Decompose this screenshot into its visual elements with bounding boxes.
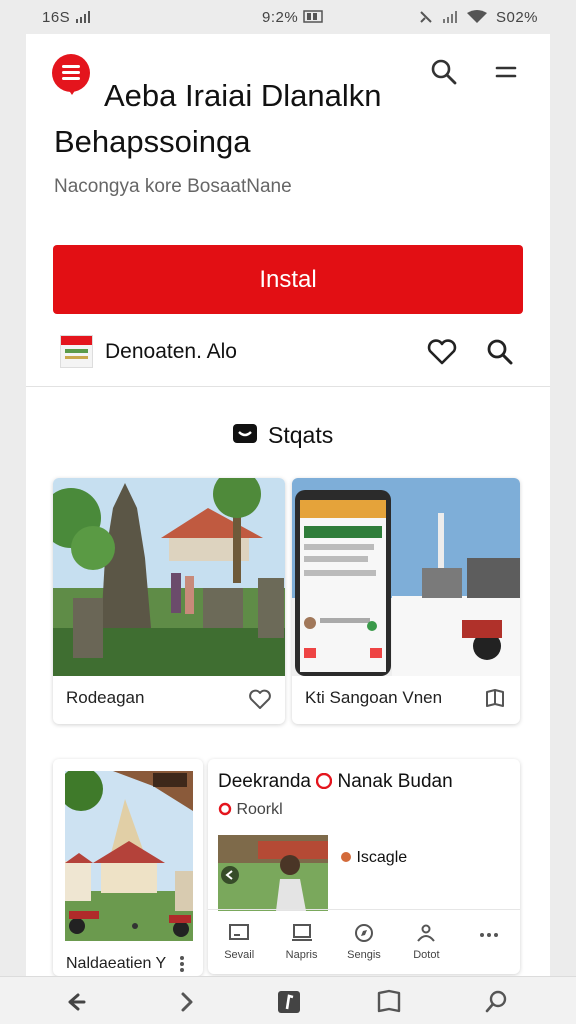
data-icon xyxy=(420,11,432,23)
app-row: Iscagle xyxy=(340,849,407,867)
badge-icon xyxy=(316,772,333,790)
more-vert-icon xyxy=(180,956,184,972)
phone-screenshot-image xyxy=(292,478,520,676)
screenshot-card-phone[interactable]: Kti Sangoan Vnen xyxy=(292,478,520,724)
app-launcher-icon xyxy=(278,991,300,1013)
tab-label: Napris xyxy=(285,948,318,961)
compass-icon xyxy=(354,923,373,942)
app-thumbnail xyxy=(218,835,328,911)
chat-icon xyxy=(233,424,257,443)
tag-icon xyxy=(218,802,232,816)
feature-tab-bar: Sevail Napris Sengis Dotot xyxy=(208,909,520,973)
more-button[interactable] xyxy=(458,929,520,955)
status-time: 9:2% xyxy=(262,9,325,26)
save-icon xyxy=(229,923,250,940)
developer-logo xyxy=(60,335,93,368)
tablet-icon xyxy=(291,923,312,941)
app-logo xyxy=(52,54,90,95)
app-title-line2: Behapssoinga xyxy=(54,124,251,159)
cell-signal-icon xyxy=(442,11,457,23)
install-button[interactable]: Instal xyxy=(53,245,523,314)
menu-icon xyxy=(62,65,80,81)
pagoda-image xyxy=(65,771,193,941)
bookmark-button[interactable] xyxy=(482,686,508,712)
card-label: Rodeagan xyxy=(66,688,145,707)
app-mini-icon xyxy=(341,852,351,862)
status-left: 16S xyxy=(42,9,91,26)
app-subtitle: Nacongya kore BosaatNane xyxy=(54,176,292,197)
feature-title-tail: Nanak Budan xyxy=(337,771,453,792)
menu-lines-icon xyxy=(495,66,517,78)
system-nav-bar xyxy=(0,976,576,1024)
search-icon xyxy=(487,339,513,365)
app-detail-page: Aeba Iraiai Dlanalkn Behapssoinga Nacong… xyxy=(26,34,550,976)
search-developer-button[interactable] xyxy=(483,335,517,369)
heart-icon xyxy=(249,689,271,709)
tab-label: Sengis xyxy=(347,948,381,961)
status-bar: 16S 9:2% S02% xyxy=(0,0,576,34)
search-nav-button[interactable] xyxy=(482,987,512,1017)
wishlist-button[interactable] xyxy=(425,335,459,369)
tab-sengis[interactable]: Sengis xyxy=(333,923,395,961)
tab-sevail[interactable]: Sevail xyxy=(208,923,270,961)
screenshot-card-pagoda[interactable]: Naldaeatien Y xyxy=(53,759,203,976)
app-row-label: Iscagle xyxy=(356,849,408,866)
carrier-text: 16S xyxy=(42,8,71,26)
section-title: Stqats xyxy=(268,421,334,448)
feature-card[interactable]: Deekranda Nanak Budan Roorkl Iscagle Sev… xyxy=(208,759,520,974)
card-label: Kti Sangoan Vnen xyxy=(305,688,443,707)
battery-saver-icon xyxy=(303,10,323,23)
search-icon xyxy=(431,59,457,85)
status-time-text: 9:2% xyxy=(262,9,299,26)
battery-text: S02% xyxy=(495,8,538,26)
forward-button[interactable] xyxy=(172,987,202,1017)
back-arrow-icon xyxy=(68,993,86,1011)
status-right: S02% xyxy=(418,9,538,26)
profile-icon xyxy=(417,924,436,942)
home-button[interactable] xyxy=(274,987,304,1017)
book-icon xyxy=(377,989,401,1013)
signal-icon xyxy=(75,10,90,23)
library-button[interactable] xyxy=(374,987,404,1017)
section-header: Stqats xyxy=(232,420,333,450)
app-title-line1: Aeba Iraiai Dlanalkn xyxy=(104,78,382,113)
feature-tag: Roorkl xyxy=(218,801,283,819)
overflow-menu-button[interactable] xyxy=(490,56,522,88)
divider xyxy=(26,386,550,387)
screenshot-card-temple[interactable]: Rodeagan xyxy=(53,478,285,724)
back-button[interactable] xyxy=(60,987,90,1017)
card-caption: Naldaeatien Y xyxy=(66,955,167,972)
feature-tag-text: Roorkl xyxy=(236,801,283,818)
wifi-icon xyxy=(466,10,487,23)
image-badge xyxy=(153,773,187,787)
developer-name[interactable]: Denoaten. Alo xyxy=(105,340,237,364)
temple-garden-image xyxy=(53,478,285,676)
chevron-right-icon xyxy=(181,992,193,1012)
search-button[interactable] xyxy=(428,56,460,88)
more-horiz-icon xyxy=(479,932,498,937)
feature-title: Deekranda Nanak Budan xyxy=(218,771,453,793)
feature-title-text: Deekranda xyxy=(218,771,311,792)
developer-row: Denoaten. Alo xyxy=(53,330,523,374)
favorite-button[interactable] xyxy=(247,686,273,712)
tab-dotot[interactable]: Dotot xyxy=(395,923,457,961)
tab-napris[interactable]: Napris xyxy=(271,923,333,961)
book-icon xyxy=(486,689,504,707)
search-icon xyxy=(485,990,507,1013)
heart-icon xyxy=(427,339,457,365)
tab-label: Sevail xyxy=(224,948,255,961)
tab-label: Dotot xyxy=(413,948,440,961)
